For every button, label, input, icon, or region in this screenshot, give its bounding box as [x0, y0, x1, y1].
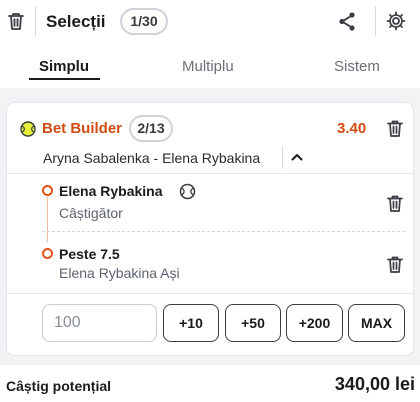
- gear-icon[interactable]: [386, 11, 406, 31]
- trash-icon[interactable]: [387, 194, 403, 213]
- header-divider: [375, 6, 376, 36]
- tennis-ball-icon: [20, 121, 36, 137]
- tab-multiplu[interactable]: Multiplu: [182, 58, 234, 75]
- active-tab-indicator: [29, 78, 100, 80]
- bet-builder-count-badge: 2/13: [129, 115, 173, 142]
- match-name: Aryna Sabalenka - Elena Rybakina: [43, 150, 261, 166]
- trash-icon[interactable]: [387, 119, 403, 138]
- trash-icon[interactable]: [387, 255, 403, 274]
- bet-type-tabs: Simplu Multiplu Sistem: [0, 44, 420, 88]
- tab-sistem[interactable]: Sistem: [334, 58, 380, 75]
- add-200-button[interactable]: +200: [286, 304, 343, 342]
- dashed-separator: [42, 231, 405, 232]
- max-stake-button[interactable]: MAX: [348, 304, 405, 342]
- page-title: Selecții: [46, 12, 106, 31]
- bet-builder-card: Bet Builder 2/13 3.40 Aryna Sabalenka - …: [6, 102, 414, 356]
- separator: [7, 293, 413, 294]
- add-10-button[interactable]: +10: [163, 304, 219, 342]
- selection-name: Elena Rybakina: [59, 183, 163, 199]
- selection-market: Elena Rybakina Ași: [59, 265, 180, 281]
- selection-dot: [42, 185, 53, 196]
- selection-name: Peste 7.5: [59, 246, 120, 262]
- separator: [7, 173, 413, 174]
- match-divider: [282, 146, 283, 169]
- bet-builder-odds: 3.40: [337, 120, 367, 137]
- trash-icon[interactable]: [7, 11, 25, 31]
- betslip-header: Selecții 1/30: [0, 0, 420, 44]
- add-50-button[interactable]: +50: [225, 304, 281, 342]
- bet-builder-title: Bet Builder: [42, 120, 123, 137]
- stake-input[interactable]: [42, 304, 157, 342]
- tab-simplu[interactable]: Simplu: [39, 58, 89, 75]
- selection-dot: [42, 248, 53, 259]
- potential-win-bar: Câștig potențial 340,00 lei: [0, 365, 420, 402]
- header-divider: [35, 6, 36, 36]
- potential-win-value: 340,00 lei: [334, 374, 415, 394]
- selection-market: Câștigător: [59, 205, 123, 221]
- potential-win-label: Câștig potențial: [6, 378, 112, 394]
- chevron-up-icon[interactable]: [290, 150, 304, 164]
- selection-count-badge: 1/30: [120, 8, 168, 35]
- selection-connector: [47, 197, 48, 242]
- share-icon[interactable]: [338, 11, 357, 32]
- tennis-ball-outline-icon: [179, 183, 196, 200]
